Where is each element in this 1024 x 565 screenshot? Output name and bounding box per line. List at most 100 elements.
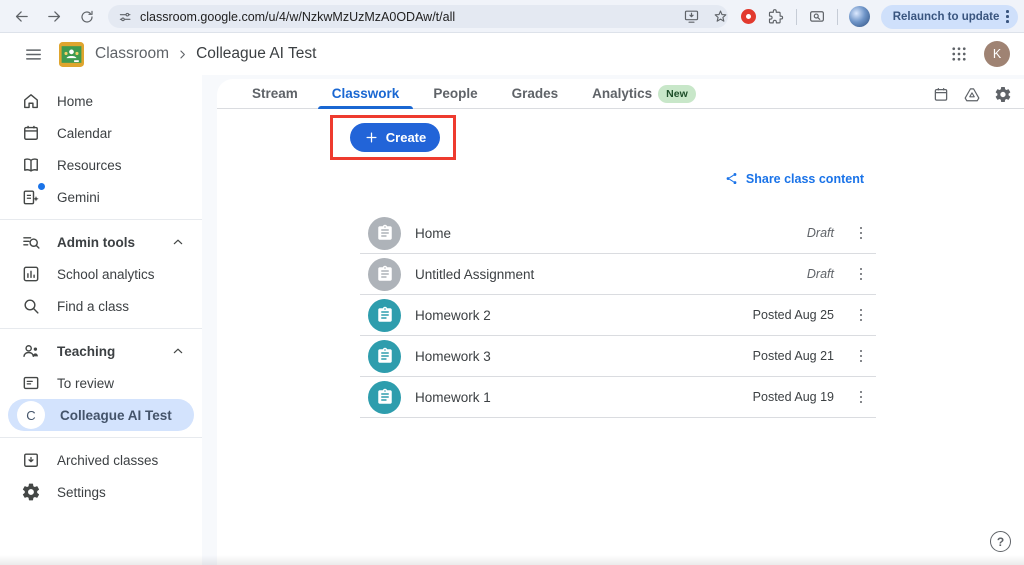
assignment-title: Homework 2 <box>415 308 491 323</box>
tab-classwork[interactable]: Classwork <box>315 79 417 109</box>
tab-analytics[interactable]: Analytics New <box>575 79 713 109</box>
sidebar-section-teaching[interactable]: Teaching <box>8 335 194 367</box>
share-link-label: Share class content <box>746 172 864 186</box>
sidebar: Home Calendar Resources Gemini Admin too… <box>0 75 202 565</box>
analytics-chart-icon <box>20 263 42 285</box>
tab-people[interactable]: People <box>416 79 494 109</box>
new-badge: New <box>658 85 696 103</box>
gear-icon[interactable] <box>994 85 1012 103</box>
sidebar-item-label: School analytics <box>57 267 155 282</box>
google-apps-grid-icon[interactable] <box>950 45 968 63</box>
assignment-title: Homework 1 <box>415 390 491 405</box>
row-menu-icon[interactable] <box>848 220 874 246</box>
sidebar-section-label: Teaching <box>57 344 115 359</box>
sidebar-divider <box>0 437 202 438</box>
assignment-draft-icon <box>368 258 401 291</box>
sidebar-item-label: Resources <box>57 158 122 173</box>
row-menu-icon[interactable] <box>848 384 874 410</box>
header-actions: K <box>950 41 1010 67</box>
sidebar-item-label: Home <box>57 94 93 109</box>
toolbar-divider <box>796 9 797 25</box>
classroom-logo[interactable] <box>59 42 84 67</box>
browser-nav-buttons <box>12 0 96 33</box>
row-menu-icon[interactable] <box>848 302 874 328</box>
install-icon[interactable] <box>683 8 701 26</box>
sidebar-item-home[interactable]: Home <box>8 85 194 117</box>
assignment-status: Posted Aug 19 <box>753 390 834 404</box>
main-menu-icon[interactable] <box>14 35 52 73</box>
book-icon <box>20 154 42 176</box>
sidebar-section-label: Admin tools <box>57 235 135 250</box>
screen: classroom.google.com/u/4/w/NzkwMzUzMzA0O… <box>0 0 1024 565</box>
url-bar[interactable]: classroom.google.com/u/4/w/NzkwMzUzMzA0O… <box>108 5 728 28</box>
classwork-row[interactable]: Untitled Assignment Draft <box>360 254 876 295</box>
avatar-letter: K <box>993 47 1001 61</box>
url-text: classroom.google.com/u/4/w/NzkwMzUzMzA0O… <box>140 10 455 24</box>
sidebar-item-to-review[interactable]: To review <box>8 367 194 399</box>
browser-profile-avatar[interactable] <box>849 6 870 27</box>
extensions-puzzle-icon[interactable] <box>767 8 785 26</box>
class-action-icons <box>932 79 1012 109</box>
content-card: Stream Classwork People Grades Analytics… <box>217 79 1024 565</box>
tab-label: Grades <box>512 86 559 101</box>
calendar-icon[interactable] <box>932 85 950 103</box>
classwork-row[interactable]: Homework 1 Posted Aug 19 <box>360 377 876 418</box>
sidebar-item-settings[interactable]: Settings <box>8 476 194 508</box>
browser-toolbar: classroom.google.com/u/4/w/NzkwMzUzMzA0O… <box>0 0 1024 33</box>
share-class-content-link[interactable]: Share class content <box>724 171 864 186</box>
sidebar-item-resources[interactable]: Resources <box>8 149 194 181</box>
assignment-title: Untitled Assignment <box>415 267 534 282</box>
browser-menu-icon[interactable] <box>1006 10 1009 23</box>
site-settings-icon[interactable] <box>118 10 132 24</box>
classwork-row[interactable]: Homework 2 Posted Aug 25 <box>360 295 876 336</box>
breadcrumb-app-name[interactable]: Classroom <box>95 45 169 63</box>
create-button[interactable]: Create <box>350 123 440 152</box>
sidebar-item-calendar[interactable]: Calendar <box>8 117 194 149</box>
sidebar-item-colleague-ai-test[interactable]: C Colleague AI Test <box>8 399 194 431</box>
sidebar-item-school-analytics[interactable]: School analytics <box>8 258 194 290</box>
archive-icon <box>20 449 42 471</box>
sidebar-item-label: Colleague AI Test <box>60 408 172 423</box>
main-area: Stream Classwork People Grades Analytics… <box>202 75 1024 565</box>
relaunch-to-update-button[interactable]: Relaunch to update <box>881 5 1018 29</box>
reload-icon[interactable] <box>78 8 96 26</box>
assignment-title: Homework 3 <box>415 349 491 364</box>
forward-icon[interactable] <box>45 8 63 26</box>
sidebar-section-admin-tools[interactable]: Admin tools <box>8 226 194 258</box>
sidebar-item-archived-classes[interactable]: Archived classes <box>8 444 194 476</box>
toolbar-divider <box>837 9 838 25</box>
screen-search-icon[interactable] <box>808 8 826 26</box>
help-button[interactable]: ? <box>990 531 1011 552</box>
sidebar-item-label: Archived classes <box>57 453 158 468</box>
notification-dot <box>38 183 45 190</box>
plus-icon <box>364 130 379 145</box>
tab-stream[interactable]: Stream <box>235 79 315 109</box>
back-icon[interactable] <box>12 8 30 26</box>
sidebar-item-gemini[interactable]: Gemini <box>8 181 194 213</box>
tab-label: Analytics <box>592 86 652 101</box>
drive-icon[interactable] <box>963 85 981 103</box>
classroom-header: Classroom Colleague AI Test K <box>0 33 1024 75</box>
search-icon <box>20 295 42 317</box>
class-avatar-letter: C <box>26 408 35 423</box>
bookmark-star-icon[interactable] <box>712 8 730 26</box>
home-icon <box>20 90 42 112</box>
assignment-status: Draft <box>807 267 834 281</box>
classwork-row[interactable]: Homework 3 Posted Aug 21 <box>360 336 876 377</box>
class-avatar: C <box>17 401 45 429</box>
sidebar-item-label: Gemini <box>57 190 100 205</box>
sidebar-item-label: Find a class <box>57 299 129 314</box>
account-avatar[interactable]: K <box>984 41 1010 67</box>
classwork-row[interactable]: Home Draft <box>360 213 876 254</box>
sidebar-item-find-a-class[interactable]: Find a class <box>8 290 194 322</box>
row-menu-icon[interactable] <box>848 343 874 369</box>
share-icon <box>724 171 739 186</box>
row-menu-icon[interactable] <box>848 261 874 287</box>
chevron-up-icon <box>170 343 186 359</box>
adblock-extension-icon[interactable] <box>741 9 756 24</box>
teaching-people-icon <box>20 340 42 362</box>
sidebar-item-label: Calendar <box>57 126 112 141</box>
assignment-title: Home <box>415 226 451 241</box>
tab-label: Stream <box>252 86 298 101</box>
tab-grades[interactable]: Grades <box>495 79 576 109</box>
